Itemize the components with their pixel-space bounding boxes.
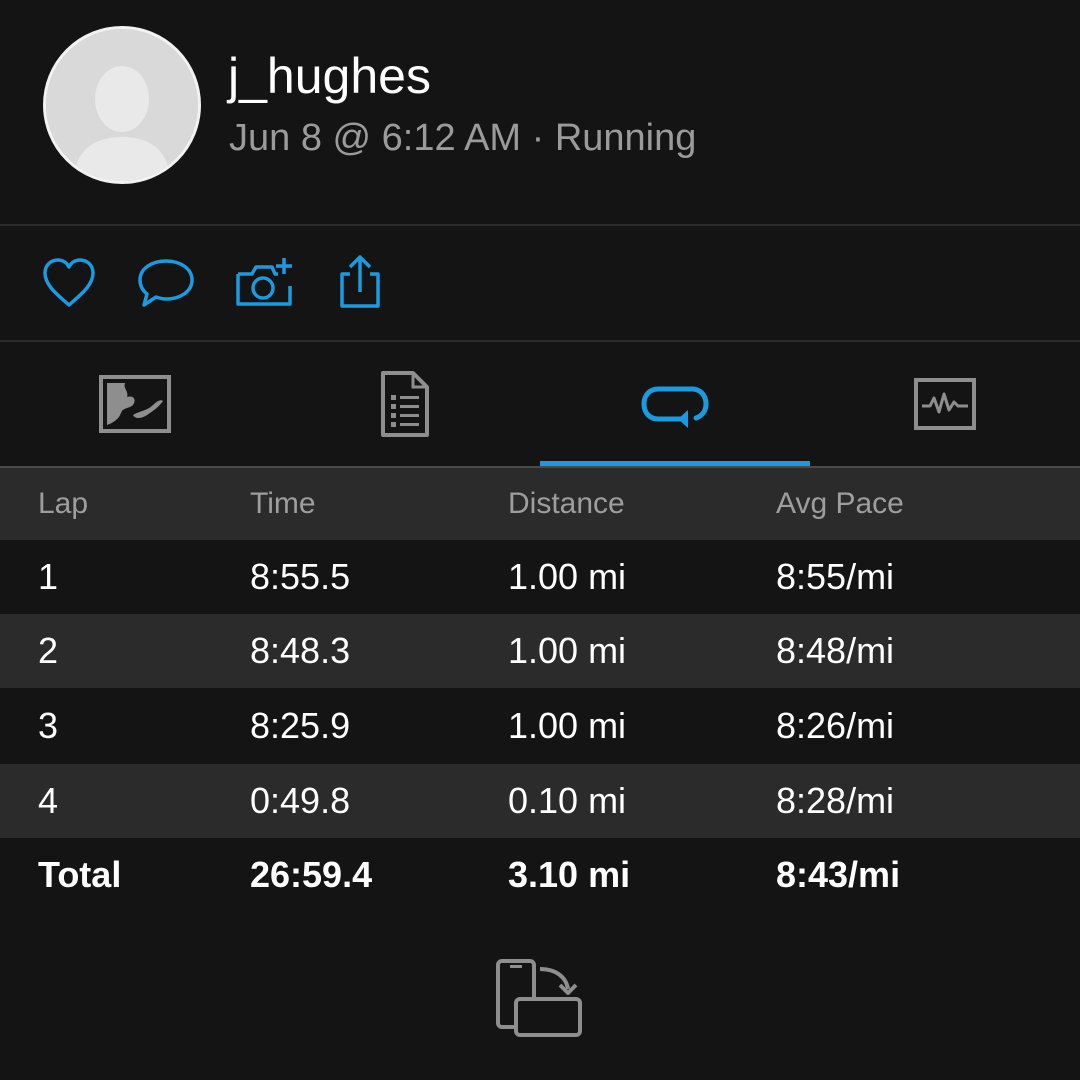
table-row[interactable]: 2 8:48.3 1.00 mi 8:48/mi bbox=[0, 614, 1080, 688]
tab-laps[interactable] bbox=[540, 342, 810, 466]
lap-time: 0:49.8 bbox=[250, 780, 351, 821]
lap-avg-pace: 8:55/mi bbox=[776, 556, 895, 597]
lap-distance: 1.00 mi bbox=[508, 556, 627, 597]
lap-time: 8:48.3 bbox=[250, 630, 351, 671]
lap-number: 2 bbox=[38, 630, 59, 671]
username[interactable]: j_hughes bbox=[228, 46, 431, 106]
divider bbox=[0, 224, 1080, 226]
laps-table-header: Lap Time Distance Avg Pace bbox=[0, 468, 1080, 540]
activity-tabs bbox=[0, 342, 1080, 466]
activity-header: j_hughes Jun 8 @ 6:12 AM · Running bbox=[0, 0, 1080, 224]
lap-avg-pace: 8:28/mi bbox=[776, 780, 895, 821]
tab-map[interactable] bbox=[0, 342, 270, 466]
document-list-icon bbox=[381, 371, 429, 437]
avatar[interactable] bbox=[43, 26, 201, 184]
activity-meta: Jun 8 @ 6:12 AM · Running bbox=[229, 117, 697, 159]
column-header-time: Time bbox=[250, 487, 316, 520]
comment-button[interactable] bbox=[134, 252, 198, 316]
like-button[interactable] bbox=[37, 252, 101, 316]
lap-distance: 0.10 mi bbox=[508, 780, 627, 821]
activity-laps-screen: j_hughes Jun 8 @ 6:12 AM · Running Lap T… bbox=[0, 0, 1080, 1080]
column-header-lap: Lap bbox=[38, 487, 89, 520]
heart-icon bbox=[43, 258, 95, 307]
lap-avg-pace: 8:48/mi bbox=[776, 630, 895, 671]
table-row[interactable]: 1 8:55.5 1.00 mi 8:55/mi bbox=[0, 540, 1080, 614]
table-row[interactable]: 3 8:25.9 1.00 mi 8:26/mi bbox=[0, 689, 1080, 763]
activity-chart-icon bbox=[914, 378, 976, 430]
add-photo-button[interactable] bbox=[232, 252, 296, 316]
lap-distance: 1.00 mi bbox=[508, 705, 627, 746]
map-icon bbox=[99, 375, 171, 433]
laps-loop-icon bbox=[641, 386, 709, 428]
tab-details[interactable] bbox=[270, 342, 540, 466]
tab-charts[interactable] bbox=[810, 342, 1080, 466]
total-avg-pace: 8:43/mi bbox=[776, 854, 901, 895]
table-row[interactable]: 4 0:49.8 0.10 mi 8:28/mi bbox=[0, 764, 1080, 838]
camera-plus-icon bbox=[236, 258, 292, 306]
rotate-screen-button[interactable] bbox=[494, 957, 586, 1041]
lap-time: 8:25.9 bbox=[250, 705, 351, 746]
total-time: 26:59.4 bbox=[250, 854, 373, 895]
share-icon bbox=[340, 255, 380, 308]
rotate-screen-icon bbox=[496, 959, 582, 1037]
share-button[interactable] bbox=[328, 252, 392, 316]
table-total-row: Total 26:59.4 3.10 mi 8:43/mi bbox=[0, 838, 1080, 912]
total-distance: 3.10 mi bbox=[508, 854, 631, 895]
lap-number: 3 bbox=[38, 705, 59, 746]
column-header-avg-pace: Avg Pace bbox=[776, 487, 904, 520]
lap-number: 1 bbox=[38, 556, 59, 597]
lap-number: 4 bbox=[38, 780, 59, 821]
default-user-icon bbox=[46, 29, 198, 181]
column-header-distance: Distance bbox=[508, 487, 625, 520]
lap-distance: 1.00 mi bbox=[508, 630, 627, 671]
lap-time: 8:55.5 bbox=[250, 556, 351, 597]
comment-icon bbox=[138, 259, 194, 307]
total-label: Total bbox=[38, 854, 122, 895]
lap-avg-pace: 8:26/mi bbox=[776, 705, 895, 746]
